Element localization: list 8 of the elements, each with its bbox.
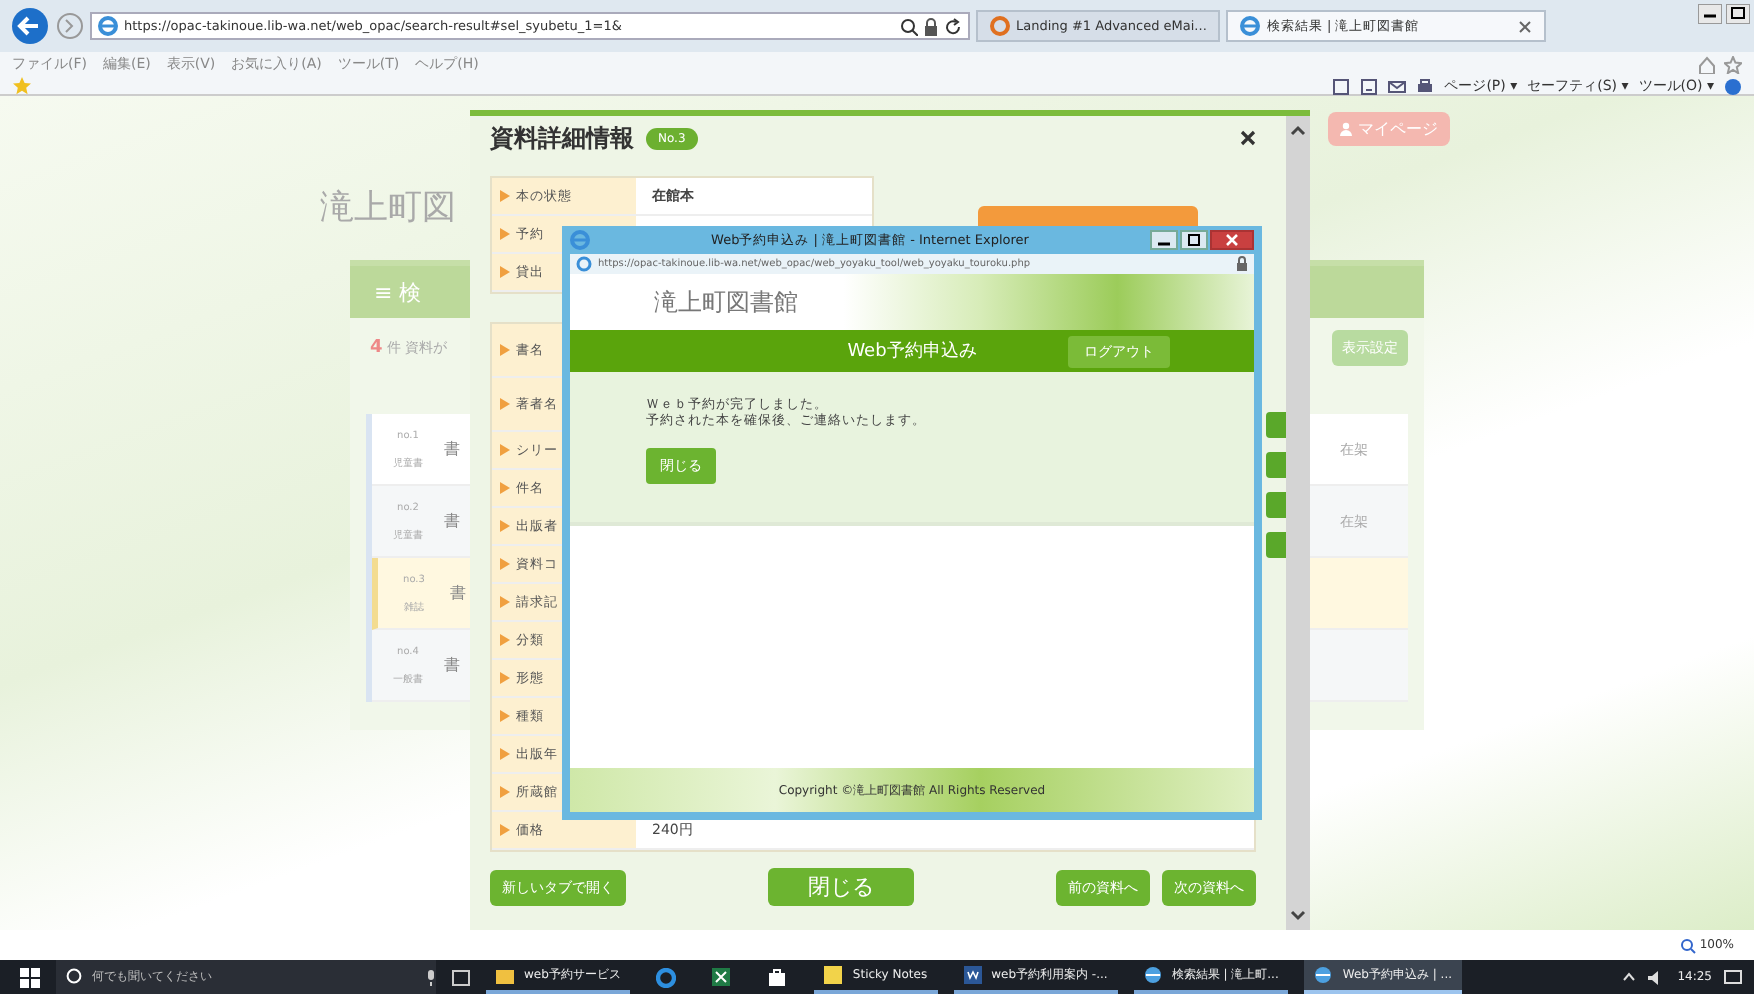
- dialog-title: 資料詳細情報: [490, 121, 634, 155]
- item-title: 書: [450, 582, 466, 604]
- item-title: 書: [444, 438, 460, 460]
- library-name: 滝上町図書館: [654, 285, 798, 319]
- item-title: 書: [444, 654, 460, 676]
- page-heading: Web予約申込み: [847, 339, 977, 364]
- item-title: 書: [444, 510, 460, 532]
- site-title: 滝上町図: [320, 186, 456, 230]
